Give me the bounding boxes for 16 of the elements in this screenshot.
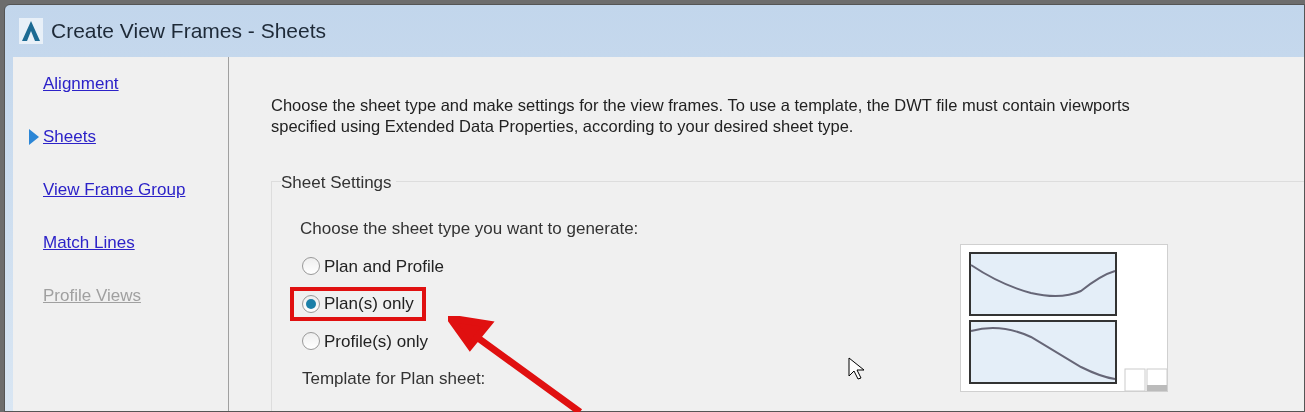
nav-link[interactable]: Alignment bbox=[43, 71, 119, 97]
description-text: Choose the sheet type and make settings for the view frames. To use a template, the DWT file must contain viewports specified using Extended Data Properties, according to your desired sheet type. bbox=[271, 95, 1131, 137]
mouse-cursor-icon bbox=[848, 357, 866, 381]
radio-button[interactable] bbox=[302, 257, 320, 276]
nav-link[interactable]: Sheets bbox=[43, 124, 96, 150]
nav-link[interactable]: View Frame Group bbox=[43, 177, 186, 203]
app-logo-icon bbox=[19, 18, 43, 44]
window-title: Create View Frames - Sheets bbox=[51, 18, 327, 45]
radio-option[interactable]: Profile(s) only bbox=[302, 328, 428, 354]
radio-option[interactable]: Plan(s) only bbox=[302, 291, 414, 317]
radio-button[interactable] bbox=[302, 294, 320, 313]
radio-option[interactable]: Plan and Profile bbox=[302, 253, 445, 279]
template-label: Template for Plan sheet: bbox=[302, 368, 486, 390]
radio-button[interactable] bbox=[302, 332, 320, 351]
prompt-text: Choose the sheet type you want to generate: bbox=[300, 218, 640, 240]
nav-link[interactable]: Match Lines bbox=[43, 230, 135, 256]
